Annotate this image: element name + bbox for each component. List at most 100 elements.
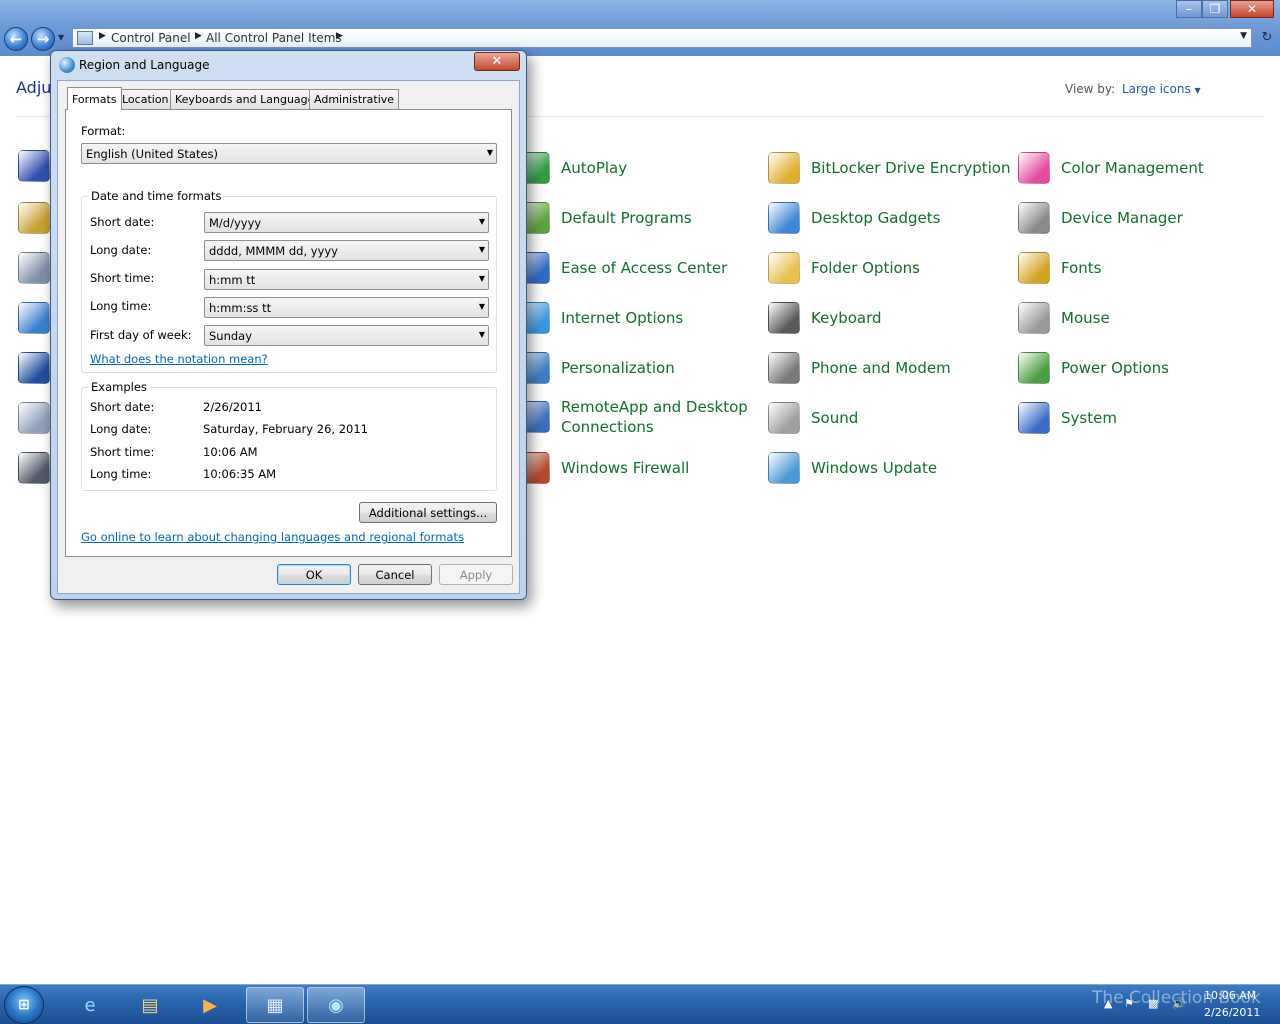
cp-item-keyboard[interactable]: Keyboard: [768, 302, 882, 334]
online-help-link[interactable]: Go online to learn about changing langua…: [81, 530, 464, 544]
desktop-gadgets-icon: [768, 202, 800, 234]
cp-item-label[interactable]: Color Management: [1061, 158, 1204, 178]
left-column-icon[interactable]: [18, 150, 50, 182]
chevron-down-icon[interactable]: ▼: [487, 148, 493, 157]
close-window-button[interactable]: ✕: [1230, 0, 1274, 18]
cp-item-internet-options[interactable]: Internet Options: [518, 302, 683, 334]
view-by-dropdown[interactable]: Large icons ▼: [1122, 82, 1201, 96]
cp-item-label[interactable]: Mouse: [1061, 308, 1110, 328]
cp-item-label[interactable]: Default Programs: [561, 208, 692, 228]
cp-item-label[interactable]: Folder Options: [811, 258, 920, 278]
back-button[interactable]: ←: [4, 27, 28, 51]
cp-item-ease-of-access[interactable]: Ease of Access Center: [518, 252, 727, 284]
cp-item-color-management[interactable]: Color Management: [1018, 152, 1204, 184]
cp-item-label[interactable]: Fonts: [1061, 258, 1101, 278]
chevron-down-icon[interactable]: ▼: [479, 274, 485, 283]
ok-button[interactable]: OK: [277, 564, 351, 585]
cp-item-default-programs[interactable]: Default Programs: [518, 202, 692, 234]
cp-item-label[interactable]: AutoPlay: [561, 158, 627, 178]
cp-item-label[interactable]: Personalization: [561, 358, 675, 378]
cp-item-windows-update[interactable]: Windows Update: [768, 452, 937, 484]
tab-location[interactable]: Location: [117, 89, 174, 109]
cp-item-label[interactable]: Windows Update: [811, 458, 937, 478]
short-time-select[interactable]: h:mm tt ▼: [204, 269, 489, 290]
show-hidden-icons-icon[interactable]: ▲: [1104, 997, 1112, 1010]
apply-button[interactable]: Apply: [439, 564, 513, 585]
start-button[interactable]: ⊞: [4, 986, 44, 1024]
cp-item-phone-and-modem[interactable]: Phone and Modem: [768, 352, 951, 384]
action-center-flag-icon[interactable]: ⚑: [1124, 997, 1134, 1010]
cp-item-label[interactable]: Windows Firewall: [561, 458, 689, 478]
cp-item-power-options[interactable]: Power Options: [1018, 352, 1169, 384]
cp-item-label[interactable]: System: [1061, 408, 1117, 428]
left-column-icon[interactable]: [18, 202, 50, 234]
breadcrumb-control-panel[interactable]: Control Panel: [111, 31, 191, 45]
tab-formats[interactable]: Formats: [67, 87, 122, 110]
minimize-button[interactable]: –: [1176, 0, 1202, 18]
clock-time[interactable]: 10:06 AM: [1204, 989, 1256, 1002]
chevron-down-icon[interactable]: ▼: [479, 217, 485, 226]
cp-item-windows-firewall[interactable]: Windows Firewall: [518, 452, 689, 484]
restore-button[interactable]: ❐: [1202, 0, 1228, 18]
cp-item-label[interactable]: Internet Options: [561, 308, 683, 328]
short-date-select[interactable]: M/d/yyyy ▼: [204, 212, 489, 233]
cp-item-folder-options[interactable]: Folder Options: [768, 252, 920, 284]
view-by-value[interactable]: Large icons: [1122, 82, 1191, 96]
address-history-dropdown-icon[interactable]: ▼: [1240, 31, 1247, 41]
dialog-close-button[interactable]: ✕: [474, 52, 520, 71]
cp-item-label[interactable]: Ease of Access Center: [561, 258, 727, 278]
breadcrumb-all-items[interactable]: All Control Panel Items: [206, 31, 342, 45]
format-select[interactable]: English (United States) ▼: [81, 143, 497, 164]
cp-item-fonts[interactable]: Fonts: [1018, 252, 1101, 284]
cp-item-sound[interactable]: Sound: [768, 402, 858, 434]
explorer-folder-icon[interactable]: ▤: [121, 987, 179, 1023]
volume-icon[interactable]: 🔊: [1172, 997, 1186, 1010]
media-player-icon[interactable]: ▶: [181, 987, 239, 1023]
address-bar[interactable]: ▶ Control Panel ▶ All Control Panel Item…: [72, 28, 1252, 48]
cancel-button[interactable]: Cancel: [358, 564, 432, 585]
forward-button[interactable]: →: [31, 27, 55, 51]
breadcrumb-arrow-icon[interactable]: ▶: [99, 31, 106, 41]
cp-item-label[interactable]: BitLocker Drive Encryption: [811, 158, 1010, 178]
cp-item-remoteapp[interactable]: RemoteApp and Desktop Connections: [518, 397, 751, 437]
cp-item-system[interactable]: System: [1018, 402, 1117, 434]
cp-item-label[interactable]: Keyboard: [811, 308, 882, 328]
region-language-taskbar-icon[interactable]: ◉: [307, 987, 365, 1023]
notation-help-link[interactable]: What does the notation mean?: [90, 352, 268, 366]
clock-date[interactable]: 2/26/2011: [1204, 1006, 1260, 1019]
breadcrumb-arrow-icon[interactable]: ▶: [336, 31, 343, 41]
cp-item-autoplay[interactable]: AutoPlay: [518, 152, 627, 184]
left-column-icon[interactable]: [18, 252, 50, 284]
cp-item-label[interactable]: RemoteApp and Desktop Connections: [561, 397, 751, 437]
left-column-icon[interactable]: [18, 302, 50, 334]
cp-item-bitlocker[interactable]: BitLocker Drive Encryption: [768, 152, 1010, 184]
cp-item-label[interactable]: Sound: [811, 408, 858, 428]
first-day-of-week-select[interactable]: Sunday ▼: [204, 325, 489, 346]
breadcrumb-arrow-icon[interactable]: ▶: [195, 31, 202, 41]
left-column-icon[interactable]: [18, 452, 50, 484]
cp-item-desktop-gadgets[interactable]: Desktop Gadgets: [768, 202, 940, 234]
chevron-down-icon[interactable]: ▼: [1195, 86, 1201, 95]
recent-pages-dropdown-icon[interactable]: ▼: [58, 33, 64, 42]
cp-item-label[interactable]: Power Options: [1061, 358, 1169, 378]
cp-item-label[interactable]: Device Manager: [1061, 208, 1183, 228]
cp-item-mouse[interactable]: Mouse: [1018, 302, 1110, 334]
cp-item-device-manager[interactable]: Device Manager: [1018, 202, 1183, 234]
additional-settings-button[interactable]: Additional settings...: [359, 502, 497, 523]
left-column-icon[interactable]: [18, 402, 50, 434]
chevron-down-icon[interactable]: ▼: [479, 245, 485, 254]
cp-item-personalization[interactable]: Personalization: [518, 352, 675, 384]
tab-keyboards-and-languages[interactable]: Keyboards and Languages: [170, 89, 326, 109]
refresh-icon[interactable]: ↻: [1258, 30, 1276, 46]
network-icon[interactable]: ▩: [1148, 997, 1158, 1010]
control-panel-taskbar-icon[interactable]: ▦: [246, 987, 304, 1023]
tab-administrative[interactable]: Administrative: [309, 89, 400, 109]
chevron-down-icon[interactable]: ▼: [479, 330, 485, 339]
left-column-icon[interactable]: [18, 352, 50, 384]
cp-item-label[interactable]: Phone and Modem: [811, 358, 951, 378]
long-time-select[interactable]: h:mm:ss tt ▼: [204, 297, 489, 318]
internet-explorer-icon[interactable]: e: [61, 987, 119, 1023]
chevron-down-icon[interactable]: ▼: [479, 302, 485, 311]
long-date-select[interactable]: dddd, MMMM dd, yyyy ▼: [204, 240, 489, 261]
cp-item-label[interactable]: Desktop Gadgets: [811, 208, 940, 228]
